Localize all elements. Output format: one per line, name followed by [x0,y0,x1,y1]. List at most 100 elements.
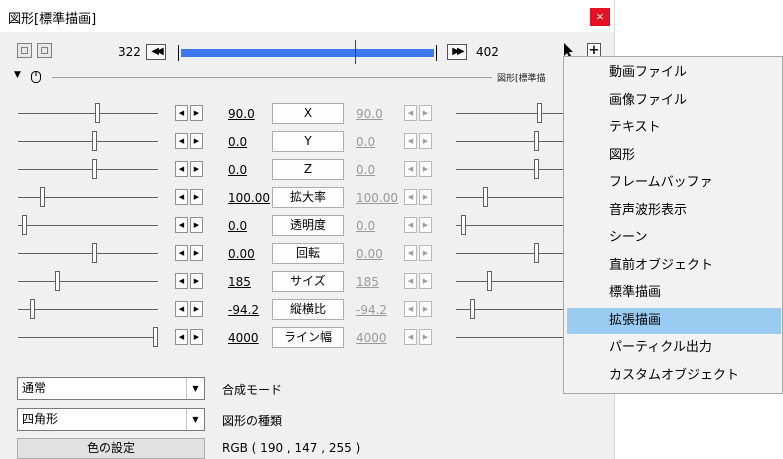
end-slider-track[interactable] [456,337,564,338]
end-slider-track[interactable] [456,253,564,254]
menu-item[interactable]: フレームバッファ [567,170,781,196]
end-increment-button[interactable]: ▶ [419,301,432,317]
menu-item[interactable]: シーン [567,225,781,251]
parameter-name-button[interactable]: 透明度 [272,215,344,236]
start-value[interactable]: -94.2 [228,303,259,317]
end-decrement-button[interactable]: ◀ [404,105,417,121]
start-slider-track[interactable] [18,225,158,226]
end-slider-handle[interactable] [534,159,539,179]
increment-button[interactable]: ▶ [190,245,203,261]
end-value[interactable]: 4000 [356,331,387,345]
start-slider-track[interactable] [18,253,158,254]
end-increment-button[interactable]: ▶ [419,161,432,177]
menu-item[interactable]: 音声波形表示 [567,198,781,224]
parameter-name-button[interactable]: 縦横比 [272,299,344,320]
end-slider-track[interactable] [456,197,564,198]
timeline-cursor[interactable] [355,40,356,64]
end-value[interactable]: 185 [356,275,379,289]
start-slider-handle[interactable] [153,327,158,347]
section-collapse-toggle[interactable]: ▼ [14,70,48,84]
end-value[interactable]: 100.00 [356,191,398,205]
frame-timeline[interactable] [178,40,437,64]
end-value[interactable]: 90.0 [356,107,383,121]
end-slider-handle[interactable] [534,243,539,263]
decrement-button[interactable]: ◀ [175,161,188,177]
start-value[interactable]: 0.0 [228,163,247,177]
color-settings-button[interactable]: 色の設定 [17,438,205,459]
decrement-button[interactable]: ◀ [175,329,188,345]
end-increment-button[interactable]: ▶ [419,273,432,289]
end-decrement-button[interactable]: ◀ [404,329,417,345]
start-slider-track[interactable] [18,113,158,114]
end-value[interactable]: 0.0 [356,163,375,177]
end-slider-handle[interactable] [487,271,492,291]
decrement-button[interactable]: ◀ [175,273,188,289]
prev-frame-button[interactable]: ◀◀ [146,44,166,60]
end-slider-handle[interactable] [537,103,542,123]
shape-type-select[interactable]: 四角形 ▼ [17,408,205,431]
increment-button[interactable]: ▶ [190,273,203,289]
decrement-button[interactable]: ◀ [175,217,188,233]
parameter-name-button[interactable]: Y [272,131,344,152]
end-increment-button[interactable]: ▶ [419,217,432,233]
start-slider-handle[interactable] [95,103,100,123]
increment-button[interactable]: ▶ [190,301,203,317]
increment-button[interactable]: ▶ [190,329,203,345]
menu-item[interactable]: カスタムオブジェクト [567,363,781,389]
start-slider-handle[interactable] [92,131,97,151]
decrement-button[interactable]: ◀ [175,133,188,149]
increment-button[interactable]: ▶ [190,133,203,149]
start-slider-track[interactable] [18,169,158,170]
end-increment-button[interactable]: ▶ [419,329,432,345]
end-slider-track[interactable] [456,225,564,226]
end-slider-handle[interactable] [461,215,466,235]
parameter-name-button[interactable]: X [272,103,344,124]
start-slider-handle[interactable] [30,299,35,319]
end-slider-track[interactable] [456,141,564,142]
menu-item[interactable]: 動画ファイル [567,60,781,86]
end-decrement-button[interactable]: ◀ [404,189,417,205]
decrement-button[interactable]: ◀ [175,301,188,317]
start-slider-handle[interactable] [40,187,45,207]
parameter-name-button[interactable]: Z [272,159,344,180]
start-slider-handle[interactable] [92,243,97,263]
start-slider-handle[interactable] [22,215,27,235]
increment-button[interactable]: ▶ [190,105,203,121]
start-value[interactable]: 0.0 [228,219,247,233]
end-decrement-button[interactable]: ◀ [404,273,417,289]
parameter-name-button[interactable]: サイズ [272,271,344,292]
menu-item[interactable]: テキスト [567,115,781,141]
start-slider-track[interactable] [18,141,158,142]
start-value[interactable]: 185 [228,275,251,289]
end-increment-button[interactable]: ▶ [419,245,432,261]
start-slider-track[interactable] [18,197,158,198]
menu-item[interactable]: 図形 [567,143,781,169]
parameter-name-button[interactable]: 回転 [272,243,344,264]
end-slider-handle[interactable] [534,131,539,151]
menu-item[interactable]: 標準描画 [567,280,781,306]
end-increment-button[interactable]: ▶ [419,189,432,205]
increment-button[interactable]: ▶ [190,161,203,177]
parameter-name-button[interactable]: 拡大率 [272,187,344,208]
end-increment-button[interactable]: ▶ [419,105,432,121]
end-slider-handle[interactable] [470,299,475,319]
start-value[interactable]: 90.0 [228,107,255,121]
end-slider-handle[interactable] [483,187,488,207]
decrement-button[interactable]: ◀ [175,245,188,261]
end-value[interactable]: 0.00 [356,247,383,261]
end-slider-track[interactable] [456,169,564,170]
end-increment-button[interactable]: ▶ [419,133,432,149]
end-value[interactable]: -94.2 [356,303,387,317]
start-value[interactable]: 0.0 [228,135,247,149]
menu-item[interactable]: 拡張描画 [567,307,781,334]
next-frame-button[interactable]: ▶▶ [447,44,467,60]
increment-button[interactable]: ▶ [190,189,203,205]
menu-item[interactable]: 画像ファイル [567,88,781,114]
end-value[interactable]: 0.0 [356,219,375,233]
end-slider-track[interactable] [456,281,564,282]
end-decrement-button[interactable]: ◀ [404,217,417,233]
end-decrement-button[interactable]: ◀ [404,301,417,317]
end-slider-track[interactable] [456,113,564,114]
layer-view-icon[interactable] [17,43,32,58]
decrement-button[interactable]: ◀ [175,105,188,121]
